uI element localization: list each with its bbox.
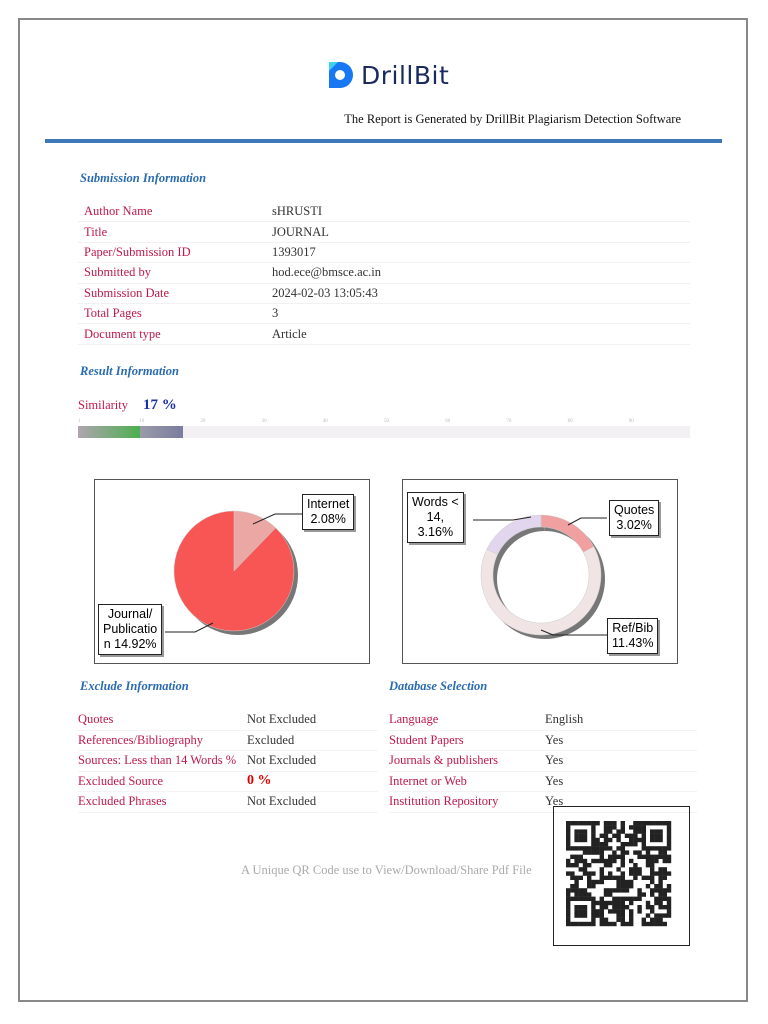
scale-tick: 1 xyxy=(78,419,81,424)
journal-label: Journal/Publicatio n 14.92% xyxy=(98,604,163,655)
row-value: sHRUSTI xyxy=(266,202,690,223)
row-label: Institution Repository xyxy=(389,791,545,813)
row-label: Student Papers xyxy=(389,730,545,751)
pie-slice-quotes xyxy=(540,514,595,553)
similarity-bar-fill xyxy=(78,426,140,438)
scale-tick: 50 xyxy=(384,419,389,424)
row-label: References/Bibliography xyxy=(78,730,247,751)
report-subtitle: The Report is Generated by DrillBit Plag… xyxy=(344,112,681,126)
exclude-heading: Exclude Information xyxy=(80,679,189,693)
leader-line xyxy=(567,517,607,526)
database-table: Language English Student Papers Yes Journals… xyxy=(389,710,697,813)
row-label: Document type xyxy=(78,323,266,345)
row-label: Language xyxy=(389,710,545,731)
quotes-label: Quotes 3.02% xyxy=(609,500,660,536)
table-row: Language English xyxy=(389,710,697,731)
words-label: Words <14, 3.16% xyxy=(407,492,464,543)
similarity-bar xyxy=(78,426,690,438)
table-row: Title JOURNAL xyxy=(78,221,690,243)
row-value: Not Excluded xyxy=(247,791,378,813)
table-row: Paper/Submission ID 1393017 xyxy=(78,242,690,264)
row-value: Article xyxy=(266,323,690,345)
row-label: Submitted by xyxy=(78,262,266,284)
exclusion-donut-chart: Words <14, 3.16% Quotes 3.02% Ref/Bib 11.43… xyxy=(402,479,678,664)
exclude-table: Quotes Not Excluded References/Bibliograph… xyxy=(78,710,378,813)
drillbit-logo-icon xyxy=(329,62,353,88)
drillbit-logo: DrillBit xyxy=(327,60,449,90)
row-value: English xyxy=(545,710,697,731)
row-label: Title xyxy=(78,221,266,243)
header-divider xyxy=(45,139,722,143)
scale-tick: 30 xyxy=(261,419,267,424)
logo-text: DrillBit xyxy=(361,60,450,90)
row-label: Journals & publishers xyxy=(389,750,545,772)
pie-slice-journal-publication xyxy=(173,510,295,632)
row-value: Excluded xyxy=(247,730,378,751)
scale-tick: 60 xyxy=(445,419,451,424)
scale-tick: 90 xyxy=(628,419,634,424)
row-value: 1393017 xyxy=(266,242,690,264)
scale-tick: 80 xyxy=(567,419,573,424)
table-row: Document type Article xyxy=(78,323,690,345)
database-heading: Database Selection xyxy=(389,679,488,693)
table-row: Author Name sHRUSTI xyxy=(78,202,690,223)
source-pie-chart: Internet 2.08% Journal/Publicatio n 14.92% xyxy=(94,479,370,664)
submission-heading: Submission Information xyxy=(80,171,207,185)
result-heading: Result Information xyxy=(80,364,179,378)
row-value: 3 xyxy=(266,303,690,325)
row-label: Excluded Phrases xyxy=(78,791,247,813)
row-label: Sources: Less than 14 Words % xyxy=(78,750,247,772)
qr-code[interactable] xyxy=(553,806,690,946)
row-label: Excluded Source xyxy=(78,771,247,792)
row-value: hod.ece@bmsce.ac.in xyxy=(266,262,690,284)
row-label: Total Pages xyxy=(78,303,266,325)
table-row: Internet or Web Yes xyxy=(389,771,697,792)
row-label: Quotes xyxy=(78,710,247,731)
similarity-label: Similarity xyxy=(78,398,128,412)
row-label: Submission Date xyxy=(78,283,266,304)
row-value: Yes xyxy=(545,730,697,751)
table-row: References/Bibliography Excluded xyxy=(78,730,378,751)
scale-tick: 40 xyxy=(322,419,328,424)
row-value: 2024-02-03 13:05:43 xyxy=(266,283,690,304)
table-row: Total Pages 3 xyxy=(78,303,690,325)
scale-tick: 20 xyxy=(200,419,206,424)
table-row: Sources: Less than 14 Words % Not Exclude… xyxy=(78,750,378,772)
row-value: Not Excluded xyxy=(247,750,378,772)
submission-table: Author Name sHRUSTI Title JOURNAL Paper/Subm… xyxy=(78,202,690,345)
similarity-bar-fill-secondary xyxy=(140,426,183,438)
table-row: Quotes Not Excluded xyxy=(78,710,378,731)
scale-tick: 70 xyxy=(506,419,512,424)
table-row: Excluded Source 0 % xyxy=(78,771,378,792)
table-row: Journals & publishers Yes xyxy=(389,750,697,772)
scale-tick: 10 xyxy=(139,419,145,424)
similarity-value: 17 % xyxy=(143,397,177,413)
row-value: Yes xyxy=(545,750,697,772)
table-row: Submission Date 2024-02-03 13:05:43 xyxy=(78,283,690,304)
pie-slice-words- xyxy=(486,514,542,555)
qr-caption: A Unique QR Code use to View/Download/Sh… xyxy=(241,863,532,877)
row-value: Not Excluded xyxy=(247,710,378,731)
row-value: Yes xyxy=(545,771,697,792)
row-label: Internet or Web xyxy=(389,771,545,792)
refbib-label: Ref/Bib 11.43% xyxy=(607,618,659,654)
row-value: JOURNAL xyxy=(266,221,690,243)
internet-label: Internet 2.08% xyxy=(302,494,355,530)
row-label: Paper/Submission ID xyxy=(78,242,266,264)
table-row: Student Papers Yes xyxy=(389,730,697,751)
table-row: Excluded Phrases Not Excluded xyxy=(78,791,378,813)
table-row: Submitted by hod.ece@bmsce.ac.in xyxy=(78,262,690,284)
row-value: 0 % xyxy=(247,771,378,792)
row-label: Author Name xyxy=(78,202,266,223)
